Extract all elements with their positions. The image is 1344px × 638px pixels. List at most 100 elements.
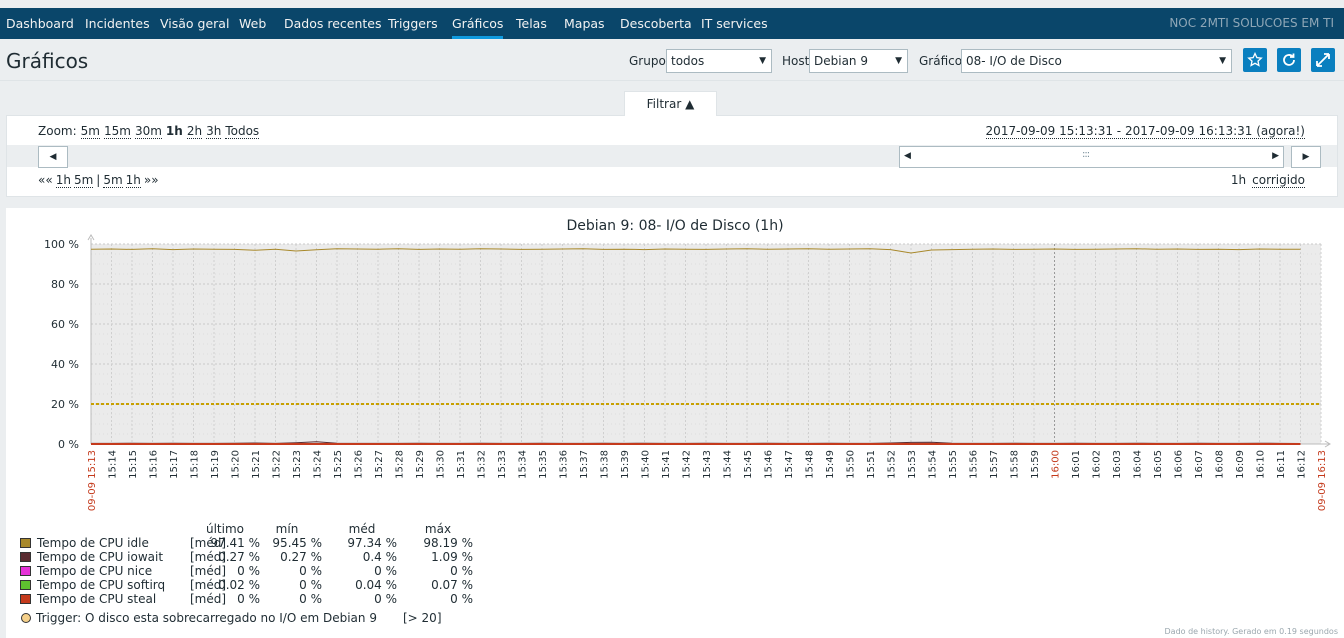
top-navigation: NOC 2MTI SOLUCOES EM TI Dashboard Inciden… — [0, 8, 1344, 39]
nav-item-telas[interactable]: Telas — [516, 8, 547, 39]
legend-value: 0 % — [450, 564, 473, 578]
x-tick-label: 15:59 — [1030, 450, 1041, 479]
period-fixed: 1h corrigido — [1230, 173, 1305, 188]
x-tick-label: 15:57 — [989, 450, 1000, 479]
zoom-option[interactable]: 15m — [103, 124, 131, 139]
x-tick-label: 15:44 — [723, 450, 734, 479]
zoom-option[interactable]: 30m — [134, 124, 162, 139]
refresh-button[interactable] — [1277, 48, 1301, 72]
fullscreen-button[interactable] — [1311, 48, 1335, 72]
legend-name: Tempo de CPU softirq — [37, 578, 166, 592]
x-tick-label: 15:18 — [190, 450, 201, 479]
zoom-option[interactable]: 2h — [186, 124, 203, 139]
nav-back-link[interactable]: 5m — [73, 173, 94, 188]
period-link[interactable]: 2017-09-09 15:13:31 - 2017-09-09 16:13:3… — [985, 124, 1305, 139]
x-tick-label: 15:45 — [743, 450, 754, 479]
x-tick-label: 15:37 — [579, 450, 590, 479]
y-tick-label: 40 % — [51, 358, 79, 371]
legend-column-header: máx — [424, 522, 452, 536]
caret-right-icon: ▶ — [1272, 151, 1279, 161]
host-label: Host — [782, 54, 810, 68]
nav-item-descoberta[interactable]: Descoberta — [620, 8, 692, 39]
legend-value: 95.45 % — [272, 536, 322, 550]
legend-value: 0 % — [374, 564, 397, 578]
legend-name: Tempo de CPU nice — [37, 564, 153, 578]
x-tick-label: 16:00 — [1051, 450, 1062, 479]
nav-item-triggers[interactable]: Triggers — [388, 8, 438, 39]
x-tick-label: 15:16 — [149, 450, 160, 479]
nav-back-link[interactable]: 1h — [55, 173, 71, 188]
timeline-slider[interactable]: ◀ ::: ▶ — [899, 146, 1284, 168]
host-select[interactable]: Debian 9 ▼ — [809, 49, 908, 73]
y-tick-label: 80 % — [51, 278, 79, 291]
nav-forward-all[interactable]: »» — [144, 173, 159, 187]
legend-value: 0.04 % — [355, 578, 397, 592]
legend-value: 0 % — [299, 592, 322, 606]
graph-select[interactable]: 08- I/O de Disco ▼ — [961, 49, 1232, 73]
x-tick-label: 15:41 — [661, 450, 672, 479]
nav-forward-link[interactable]: 5m — [103, 173, 123, 188]
x-tick-label: 15:15 — [128, 450, 139, 479]
scroll-left-button[interactable]: ◀ — [38, 146, 68, 168]
group-label: Grupo — [629, 54, 666, 68]
scroll-right-button[interactable]: ▶ — [1291, 146, 1321, 168]
x-tick-label: 16:09 — [1235, 450, 1246, 479]
nav-item-incidentes[interactable]: Incidentes — [85, 8, 150, 39]
x-tick-label: 15:28 — [395, 450, 406, 479]
x-tick-label: 16:11 — [1276, 450, 1287, 479]
x-tick-label: 15:25 — [333, 450, 344, 479]
x-edge-label: 09-09 16:13 — [1317, 450, 1328, 511]
x-tick-label: 15:55 — [948, 450, 959, 479]
x-tick-label: 15:46 — [764, 450, 775, 479]
x-tick-label: 16:10 — [1256, 450, 1267, 479]
legend-value: 98.19 % — [423, 536, 473, 550]
x-tick-label: 16:06 — [1174, 450, 1185, 479]
zoom-option[interactable]: 1h — [166, 124, 183, 138]
nav-forward-link[interactable]: 1h — [125, 173, 141, 188]
legend-value: 0 % — [374, 592, 397, 606]
favorite-button[interactable] — [1243, 48, 1267, 72]
x-tick-label: 15:31 — [456, 450, 467, 479]
x-tick-label: 15:26 — [354, 450, 365, 479]
nav-item-dashboard[interactable]: Dashboard — [6, 8, 74, 39]
x-tick-label: 15:49 — [825, 450, 836, 479]
trigger-text: Trigger: O disco esta sobrecarregado no … — [36, 611, 377, 625]
zoom-option[interactable]: 3h — [206, 124, 222, 139]
footer-note: Dado de history. Gerado em 0.19 segundos — [1164, 627, 1338, 636]
x-tick-label: 15:52 — [887, 450, 898, 479]
x-tick-label: 16:12 — [1297, 450, 1308, 479]
x-tick-label: 15:27 — [374, 450, 385, 479]
nav-item-vis-o-geral[interactable]: Visão geral — [160, 8, 229, 39]
x-tick-label: 15:47 — [784, 450, 795, 479]
x-tick-label: 15:53 — [907, 450, 918, 479]
x-tick-label: 15:51 — [866, 450, 877, 479]
page-title: Gráficos — [6, 49, 89, 73]
y-tick-label: 0 % — [58, 438, 79, 451]
zoom-option[interactable]: 5m — [80, 124, 100, 139]
x-tick-label: 15:56 — [969, 450, 980, 479]
x-tick-label: 15:50 — [846, 450, 857, 479]
x-tick-label: 16:05 — [1153, 450, 1164, 479]
period-length: 1h — [1230, 173, 1247, 187]
trigger-icon — [21, 613, 31, 623]
nav-item-dados-recentes[interactable]: Dados recentes — [284, 8, 382, 39]
nav-back-all[interactable]: «« — [38, 173, 53, 187]
fixed-toggle[interactable]: corrigido — [1252, 173, 1305, 188]
chevron-down-icon: ▼ — [759, 56, 766, 66]
filter-tab[interactable]: Filtrar ▲ — [624, 91, 717, 116]
x-tick-label: 16:04 — [1133, 450, 1144, 479]
x-tick-label: 15:17 — [169, 450, 180, 479]
legend-swatch — [20, 594, 31, 604]
slider-grip[interactable]: ::: — [1082, 149, 1090, 160]
nav-item-web[interactable]: Web — [239, 8, 266, 39]
legend-value: 0 % — [299, 578, 322, 592]
nav-item-mapas[interactable]: Mapas — [564, 8, 605, 39]
nav-item-it-services[interactable]: IT services — [701, 8, 768, 39]
zoom-option[interactable]: Todos — [225, 124, 260, 139]
nav-item-gr-ficos[interactable]: Gráficos — [452, 8, 504, 39]
group-select-value: todos — [671, 54, 705, 68]
y-tick-label: 100 % — [44, 238, 79, 251]
group-select[interactable]: todos ▼ — [666, 49, 772, 73]
x-tick-label: 15:35 — [538, 450, 549, 479]
fullscreen-icon — [1316, 53, 1330, 67]
